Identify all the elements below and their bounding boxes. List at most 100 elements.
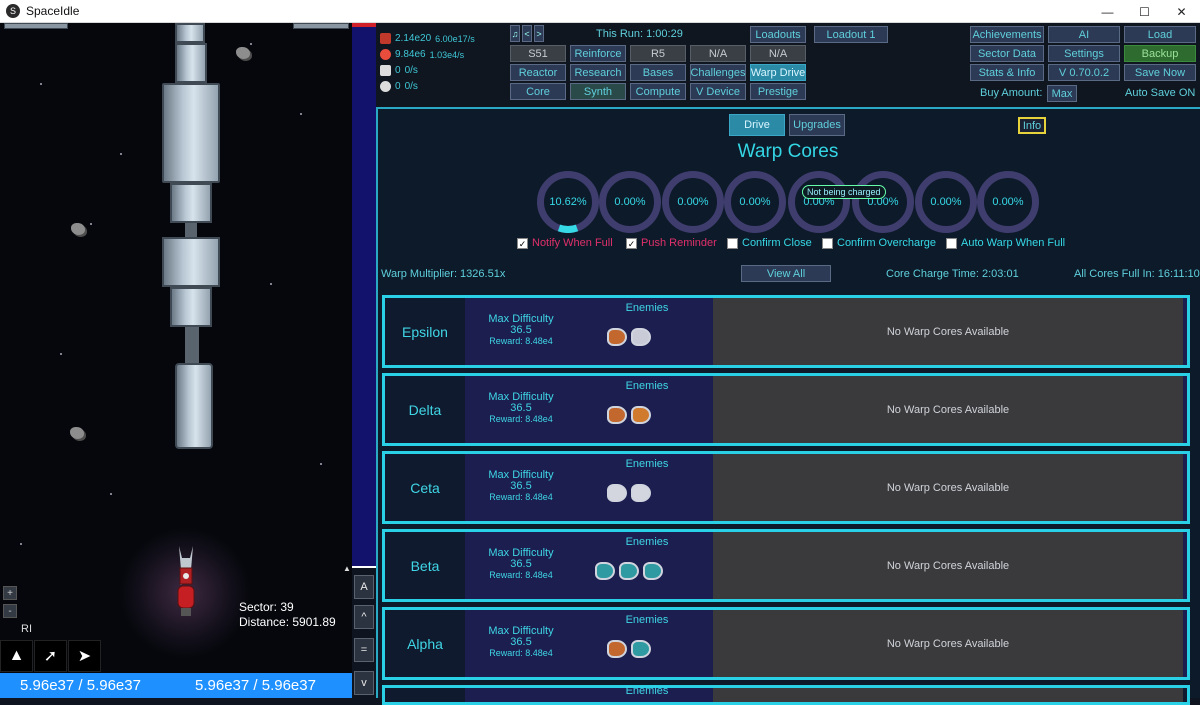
- checkbox-icon[interactable]: [727, 237, 738, 249]
- resource-value: 2.14e20: [395, 33, 432, 44]
- view-all-button[interactable]: View All: [741, 265, 831, 282]
- sector-label: Sector: 39: [239, 600, 294, 614]
- save-now-button[interactable]: Save Now: [1124, 64, 1196, 81]
- core-1-charge-arc: [557, 224, 579, 233]
- compute-button[interactable]: Compute: [630, 83, 686, 100]
- app-window: S SpaceIdle — ☐ ✕ Sector: 39 Distance: 5…: [0, 0, 1200, 705]
- player-ship-icon: [177, 546, 195, 616]
- ai-button[interactable]: AI: [1048, 26, 1120, 43]
- warp-core-2[interactable]: 0.00%: [599, 171, 661, 233]
- checkbox-icon[interactable]: [946, 237, 957, 249]
- missile-icon[interactable]: ➚: [34, 640, 67, 672]
- side-button-up[interactable]: ^: [354, 605, 374, 629]
- zoom-out-button[interactable]: -: [3, 604, 17, 618]
- fighter-wing-icon[interactable]: ▲: [0, 640, 33, 672]
- challenges-button[interactable]: Challenges: [690, 64, 746, 81]
- sector-status: No Warp Cores Available: [713, 532, 1183, 599]
- sector-beta[interactable]: Beta Max Difficulty 36.5 Reward: 8.48e4 En…: [382, 529, 1190, 602]
- achievements-button[interactable]: Achievements: [970, 26, 1044, 43]
- notify-when-full-option[interactable]: ✓ Notify When Full: [517, 237, 613, 249]
- bases-button[interactable]: Bases: [630, 64, 686, 81]
- prev-button[interactable]: <: [522, 25, 532, 42]
- side-button-a[interactable]: A: [354, 575, 374, 599]
- top-bar: 2.14e20 6.00e17/s 9.84e6 1.03e4/s 0 0/s …: [376, 23, 1200, 107]
- maximize-icon[interactable]: ☐: [1126, 0, 1163, 23]
- side-button-down[interactable]: v: [354, 671, 374, 695]
- resource-rate: 6.00e17/s: [435, 33, 475, 44]
- asteroid: [236, 47, 250, 59]
- loadouts-button[interactable]: Loadouts: [750, 26, 806, 43]
- game-viewport[interactable]: Sector: 39 Distance: 5901.89 + - RI ▲ ➚ …: [0, 23, 352, 673]
- resource-data: 0 0/s: [380, 65, 418, 76]
- synth-button[interactable]: Synth: [570, 83, 626, 100]
- s51-button[interactable]: S51: [510, 45, 566, 62]
- resource-scrap: 2.14e20 6.00e17/s: [380, 33, 475, 44]
- hp-right-value: 5.96e37 / 5.96e37: [195, 677, 316, 694]
- window-title: SpaceIdle: [26, 4, 80, 18]
- confirm-close-option[interactable]: Confirm Close: [727, 237, 812, 249]
- sector-data-button[interactable]: Sector Data: [970, 45, 1044, 62]
- r5-button[interactable]: R5: [630, 45, 686, 62]
- ship-marker-icon: ▲: [343, 564, 351, 573]
- settings-button[interactable]: Settings: [1048, 45, 1120, 62]
- resource-rate: 1.03e4/s: [429, 49, 465, 60]
- warp-cores-title: Warp Cores: [737, 141, 839, 162]
- loadout-1-button[interactable]: Loadout 1: [814, 26, 888, 43]
- tab-drive[interactable]: Drive: [729, 114, 785, 136]
- enemy-ship-icon: [607, 406, 627, 424]
- backup-button[interactable]: Backup: [1124, 45, 1196, 62]
- v-device-button[interactable]: V Device: [690, 83, 746, 100]
- resource-cores: 0 0/s: [380, 81, 418, 92]
- sector-status: No Warp Cores Available: [713, 376, 1183, 443]
- reinforce-button[interactable]: Reinforce: [570, 45, 626, 62]
- warp-core-8[interactable]: 0.00%: [977, 171, 1039, 233]
- resource-value: 9.84e6: [395, 49, 426, 60]
- ship-tag: RI: [21, 623, 32, 635]
- confirm-overcharge-option[interactable]: Confirm Overcharge: [822, 237, 936, 249]
- minimize-icon[interactable]: —: [1089, 0, 1126, 23]
- na-button-1[interactable]: N/A: [690, 45, 746, 62]
- checkbox-icon[interactable]: [822, 237, 833, 249]
- warp-core-5[interactable]: 0.00%: [788, 171, 850, 233]
- distance-progress-bar: [352, 23, 376, 568]
- next-button[interactable]: >: [534, 25, 544, 42]
- sector-delta[interactable]: Delta Max Difficulty 36.5 Reward: 8.48e4 E…: [382, 373, 1190, 446]
- auto-save-status: Auto Save ON: [1125, 87, 1196, 99]
- asteroid: [71, 223, 85, 235]
- warp-core-4[interactable]: 0.00%: [724, 171, 786, 233]
- sector-status: No Warp Cores Available: [713, 610, 1183, 677]
- warp-core-3[interactable]: 0.00%: [662, 171, 724, 233]
- checkbox-checked-icon[interactable]: ✓: [626, 237, 637, 249]
- warp-multiplier: Warp Multiplier: 1326.51x: [381, 268, 506, 280]
- stats-info-button[interactable]: Stats & Info: [970, 64, 1044, 81]
- prestige-button[interactable]: Prestige: [750, 83, 806, 100]
- warp-panel: Drive Upgrades Info Warp Cores 10.62% 0.…: [376, 107, 1200, 705]
- close-icon[interactable]: ✕: [1163, 0, 1200, 23]
- buy-amount-select[interactable]: Max: [1047, 85, 1077, 102]
- push-reminder-option[interactable]: ✓ Push Reminder: [626, 237, 717, 249]
- side-button-menu[interactable]: =: [354, 638, 374, 662]
- hp-left-value: 5.96e37 / 5.96e37: [20, 677, 141, 694]
- warp-core-6[interactable]: 0.00%: [852, 171, 914, 233]
- info-button[interactable]: Info: [1018, 117, 1046, 134]
- na-button-2[interactable]: N/A: [750, 45, 806, 62]
- version-button[interactable]: V 0.70.0.2: [1048, 64, 1120, 81]
- sector-ceta[interactable]: Ceta Max Difficulty 36.5 Reward: 8.48e4 En…: [382, 451, 1190, 524]
- load-button[interactable]: Load: [1124, 26, 1196, 43]
- warp-drive-button[interactable]: Warp Drive: [750, 64, 806, 81]
- warp-core-7[interactable]: 0.00%: [915, 171, 977, 233]
- enemy-ship-icon: [607, 640, 627, 658]
- blades-icon[interactable]: ➤: [68, 640, 101, 672]
- sector-epsilon[interactable]: Epsilon Max Difficulty 36.5 Reward: 8.48e4…: [382, 295, 1190, 368]
- reactor-button[interactable]: Reactor: [510, 64, 566, 81]
- research-button[interactable]: Research: [570, 64, 626, 81]
- tab-upgrades[interactable]: Upgrades: [789, 114, 845, 136]
- sector-alpha[interactable]: Alpha Max Difficulty 36.5 Reward: 8.48e4 E…: [382, 607, 1190, 680]
- auto-warp-option[interactable]: Auto Warp When Full: [946, 237, 1065, 249]
- sector-partial[interactable]: Enemies: [382, 685, 1190, 705]
- core-button[interactable]: Core: [510, 83, 566, 100]
- core-charge-time: Core Charge Time: 2:03:01: [886, 268, 1019, 280]
- headphones-icon[interactable]: ♫: [510, 25, 520, 42]
- zoom-in-button[interactable]: +: [3, 586, 17, 600]
- checkbox-checked-icon[interactable]: ✓: [517, 237, 528, 249]
